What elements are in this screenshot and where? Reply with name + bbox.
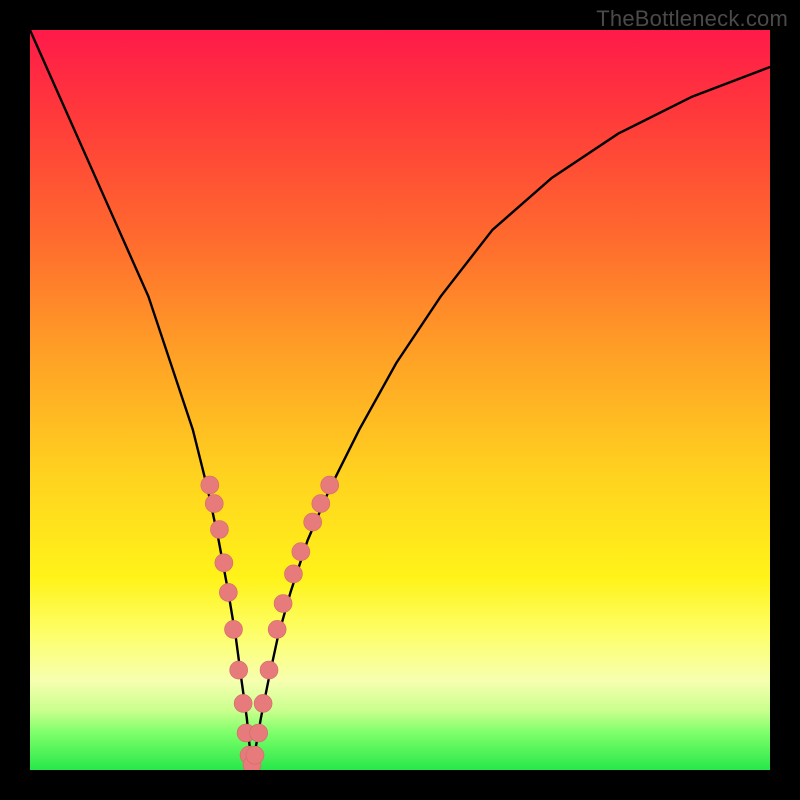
marker-dot [246, 746, 264, 764]
marker-dot [250, 724, 268, 742]
chart-svg [30, 30, 770, 770]
marker-dot [225, 620, 243, 638]
marker-dot [312, 495, 330, 513]
plot-area [30, 30, 770, 770]
marker-dot [205, 495, 223, 513]
marker-dot [201, 476, 219, 494]
marker-dot [292, 543, 310, 561]
marker-dot [260, 661, 278, 679]
marker-dot [219, 583, 237, 601]
outer-frame: TheBottleneck.com [0, 0, 800, 800]
marker-dot [230, 661, 248, 679]
marker-dot [254, 694, 272, 712]
watermark-text: TheBottleneck.com [596, 6, 788, 32]
marker-dot [321, 476, 339, 494]
marker-dot [268, 620, 286, 638]
marker-dot [274, 595, 292, 613]
marker-dot [284, 565, 302, 583]
marker-dot [304, 513, 322, 531]
markers-group [201, 476, 339, 770]
marker-dot [210, 521, 228, 539]
bottleneck-curve-path [30, 30, 770, 766]
marker-dot [215, 554, 233, 572]
marker-dot [234, 694, 252, 712]
